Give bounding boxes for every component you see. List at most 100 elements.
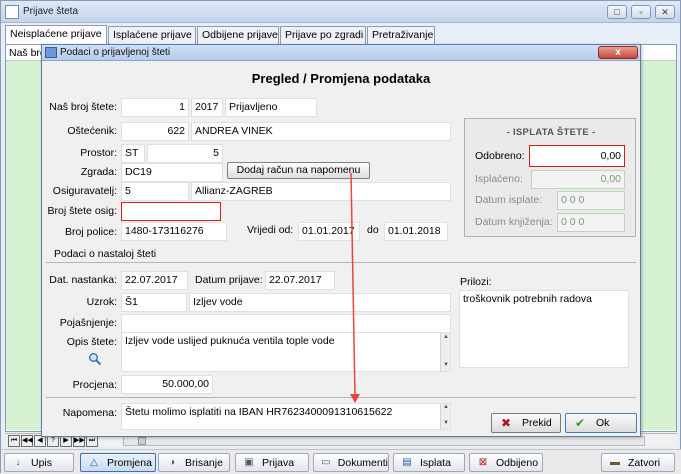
label-zgrada: Zgrada: bbox=[80, 166, 117, 178]
upis-button[interactable]: ↓ Upis bbox=[4, 453, 74, 472]
arrow-down-icon: ↓ bbox=[15, 456, 21, 468]
restore-button[interactable]: ▫ bbox=[631, 5, 651, 19]
minimize-button[interactable]: □ bbox=[607, 5, 627, 19]
payment-icon: ▤ bbox=[402, 456, 412, 468]
prijava-button[interactable]: ▣ Prijava bbox=[235, 453, 309, 472]
section-nastanak-title: Podaci o nastaloj šteti bbox=[54, 248, 157, 260]
zgrada-field[interactable]: DC19 bbox=[121, 163, 223, 182]
zatvori-label: Zatvori bbox=[628, 456, 661, 469]
procjena-field[interactable]: 50.000,00 bbox=[121, 375, 213, 394]
prekid-button[interactable]: ✖ Prekid bbox=[491, 413, 561, 433]
main-titlebar: Prijave šteta □ ▫ ✕ bbox=[1, 1, 680, 23]
tab-neisplacene[interactable]: Neisplaćene prijave bbox=[5, 25, 107, 45]
vrijedi-do-field[interactable]: 01.01.2018 bbox=[384, 222, 448, 241]
isplaceno-field[interactable]: 0,00 bbox=[531, 170, 625, 189]
label-vrijedi-od: Vrijedi od: bbox=[247, 224, 294, 236]
prostor-number-field[interactable]: 5 bbox=[147, 144, 223, 163]
edit-icon: △ bbox=[90, 456, 98, 468]
uzrok-code-field[interactable]: Š1 bbox=[121, 293, 187, 312]
napomena-textarea[interactable]: Štetu molimo isplatiti na IBAN HR7623400… bbox=[121, 403, 451, 430]
napomena-scrollbar[interactable]: ▲ ▼ bbox=[440, 404, 450, 429]
grid-right-column bbox=[641, 45, 676, 430]
datum-isplate-field[interactable]: 0 0 0 bbox=[557, 191, 625, 210]
nav-first-icon[interactable]: ⏮ bbox=[8, 435, 20, 447]
status-field[interactable]: Prijavljeno bbox=[225, 98, 317, 117]
prostor-code-field[interactable]: ST bbox=[121, 144, 145, 163]
horizontal-scrollbar[interactable] bbox=[123, 436, 645, 446]
cancel-x-icon: ✖ bbox=[500, 416, 512, 430]
tab-isplacene[interactable]: Isplaćene prijave bbox=[108, 26, 196, 44]
search-icon[interactable] bbox=[88, 352, 102, 366]
datum-prijave-field[interactable]: 22.07.2017 bbox=[265, 271, 335, 290]
close-door-icon: ▬ bbox=[610, 456, 620, 468]
app-title: Prijave šteta bbox=[23, 6, 79, 17]
zatvori-button[interactable]: ▬ Zatvori bbox=[601, 453, 675, 472]
section-divider bbox=[46, 262, 636, 263]
brisanje-label: Brisanje bbox=[185, 456, 223, 469]
dat-nastanka-field[interactable]: 22.07.2017 bbox=[121, 271, 188, 290]
close-window-button[interactable]: ✕ bbox=[655, 5, 675, 19]
label-pojasnjenje: Pojašnjenje: bbox=[59, 317, 117, 329]
label-odobreno: Odobreno: bbox=[475, 150, 525, 162]
odobreno-field[interactable]: 0,00 bbox=[529, 145, 625, 167]
osiguravatelj-code-field[interactable]: 5 bbox=[121, 182, 189, 201]
bottom-toolbar: ↓ Upis △ Promjena ◑ Brisanje ▣ Prijava ▭… bbox=[1, 449, 681, 474]
odbijeno-label: Odbijeno bbox=[496, 456, 539, 469]
label-nas-broj: Naš broj štete: bbox=[49, 101, 117, 113]
prilozi-textarea[interactable]: troškovnik potrebnih radova bbox=[459, 290, 629, 368]
dialog-close-button[interactable]: x bbox=[598, 46, 638, 59]
label-broj-stete-osig: Broj štete osig: bbox=[47, 205, 117, 217]
label-opis-stete: Opis štete: bbox=[66, 336, 117, 348]
tab-odbijene[interactable]: Odbijene prijave bbox=[197, 26, 279, 44]
label-vrijedi-do: do bbox=[367, 224, 379, 236]
nav-prev-page-icon[interactable]: ◀◀ bbox=[21, 435, 33, 447]
dokumenti-label: Dokumenti bbox=[337, 456, 388, 469]
promjena-button[interactable]: △ Promjena bbox=[80, 453, 156, 472]
napomena-divider bbox=[46, 397, 636, 398]
print-icon: ▣ bbox=[244, 456, 254, 468]
label-osiguravatelj: Osiguravatelj: bbox=[52, 185, 117, 197]
reject-icon: ⊠ bbox=[478, 456, 488, 468]
dialog-heading: Pregled / Promjena podataka bbox=[251, 71, 431, 86]
label-prilozi: Prilozi: bbox=[460, 276, 492, 288]
datum-knjizenja-field[interactable]: 0 0 0 bbox=[557, 213, 625, 232]
ostecenik-name-field[interactable]: ANDREA VINEK bbox=[191, 122, 451, 141]
tab-pretrazivanje[interactable]: Pretraživanje bbox=[367, 26, 435, 44]
scrollbar-thumb[interactable] bbox=[138, 437, 146, 445]
opis-stete-textarea[interactable]: Izljev vode uslijed puknuća ventila topl… bbox=[121, 332, 451, 372]
pojasnjenje-field[interactable] bbox=[121, 314, 451, 333]
odbijeno-button[interactable]: ⊠ Odbijeno bbox=[469, 453, 543, 472]
label-datum-prijave: Datum prijave: bbox=[195, 274, 263, 286]
dialog-app-icon bbox=[45, 47, 57, 58]
label-dat-nastanka: Dat. nastanka: bbox=[49, 274, 117, 286]
prijava-label: Prijava bbox=[262, 456, 295, 469]
dodaj-racun-button[interactable]: Dodaj račun na napomenu bbox=[227, 162, 370, 179]
label-procjena: Procjena: bbox=[72, 379, 117, 391]
broj-police-field[interactable]: 1480-173116276 bbox=[121, 222, 227, 241]
isplata-label: Isplata bbox=[420, 456, 451, 469]
ostecenik-code-field[interactable]: 622 bbox=[121, 122, 189, 141]
osiguravatelj-name-field[interactable]: Allianz-ZAGREB bbox=[191, 182, 451, 201]
vrijedi-od-field[interactable]: 01.01.2017 bbox=[298, 222, 360, 241]
label-datum-isplate: Datum isplate: bbox=[475, 194, 543, 206]
isplata-title: - ISPLATA ŠTETE - bbox=[506, 127, 596, 138]
upis-label: Upis bbox=[31, 456, 53, 469]
dialog-title: Podaci o prijavljenoj šteti bbox=[60, 47, 171, 58]
brisanje-button[interactable]: ◑ Brisanje bbox=[158, 453, 230, 472]
opis-scrollbar[interactable]: ▲ ▼ bbox=[440, 333, 450, 371]
ok-label: Ok bbox=[596, 417, 610, 429]
label-prostor: Prostor: bbox=[80, 147, 117, 159]
label-broj-police: Broj police: bbox=[65, 226, 117, 238]
nas-broj-field[interactable]: 1 bbox=[121, 98, 189, 117]
tab-po-zgradi[interactable]: Prijave po zgradi bbox=[280, 26, 366, 44]
checkmark-icon: ✔ bbox=[574, 416, 586, 430]
uzrok-name-field[interactable]: Izljev vode bbox=[189, 293, 451, 312]
nas-broj-year-field[interactable]: 2017 bbox=[191, 98, 223, 117]
broj-stete-osig-field[interactable] bbox=[121, 202, 221, 221]
ok-button[interactable]: ✔ Ok bbox=[565, 413, 637, 433]
dokumenti-button[interactable]: ▭ Dokumenti bbox=[313, 453, 389, 472]
promjena-label: Promjena bbox=[107, 456, 152, 469]
label-napomena: Napomena: bbox=[62, 407, 117, 419]
isplata-button[interactable]: ▤ Isplata bbox=[393, 453, 465, 472]
dialog-podaci-o-steti: Podaci o prijavljenoj šteti x Pregled / … bbox=[41, 44, 641, 437]
